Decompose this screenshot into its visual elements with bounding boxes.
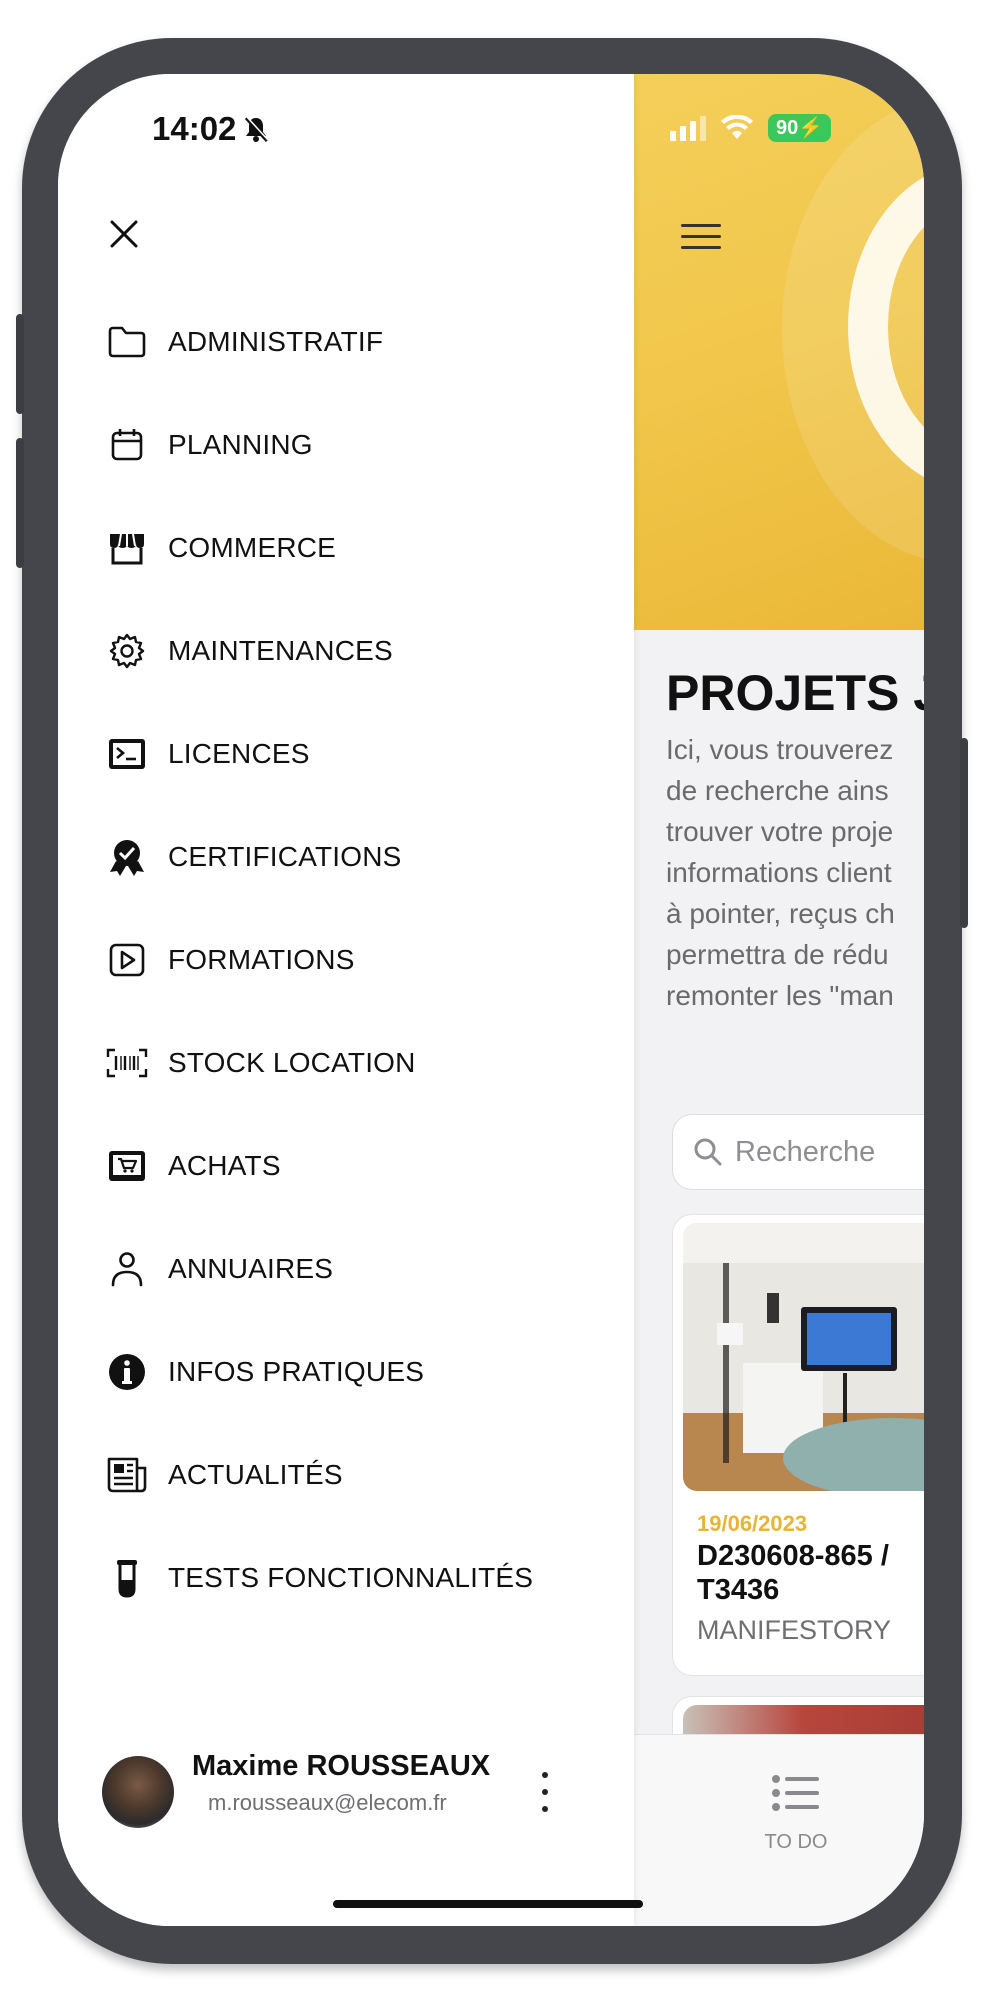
menu-item-actualites[interactable]: ACTUALITÉS — [104, 1445, 343, 1505]
description-line: Ici, vous trouverez — [666, 734, 894, 765]
menu-item-label: ADMINISTRATIF — [168, 326, 384, 357]
status-icons: 90⚡ — [670, 114, 832, 142]
menu-item-label: ACHATS — [168, 1150, 281, 1181]
screen: 90⚡ PROJETS J Ici, vous trouverez de rec… — [58, 74, 924, 1926]
close-icon[interactable] — [104, 214, 144, 254]
status-time: 14:02 — [152, 110, 270, 148]
calendar-icon — [104, 422, 150, 468]
volume-button — [16, 438, 24, 568]
cart-icon — [104, 1143, 150, 1189]
user-name: Maxime ROUSSEAUX — [192, 1750, 491, 1782]
search-placeholder: Recherche — [735, 1135, 876, 1168]
user-profile[interactable]: Maxime ROUSSEAUX m.rousseaux@elecom.fr — [102, 1750, 622, 1830]
side-drawer: 14:02 ADMINISTRATIF PLANNING COMMERCE MA… — [58, 74, 634, 1926]
menu-item-infos-pratiques[interactable]: INFOS PRATIQUES — [104, 1342, 424, 1402]
hamburger-menu-icon[interactable] — [681, 224, 721, 252]
home-indicator — [333, 1900, 643, 1908]
menu-item-achats[interactable]: ACHATS — [104, 1136, 281, 1196]
project-card[interactable]: 19/06/2023 D230608-865 / T3436 MANIFESTO… — [672, 1214, 924, 1676]
page-description: Ici, vous trouverez de recherche ains tr… — [666, 729, 924, 1016]
person-icon — [104, 1246, 150, 1292]
user-email: m.rousseaux@elecom.fr — [208, 1790, 447, 1815]
silent-switch — [16, 314, 24, 414]
newspaper-icon — [104, 1452, 150, 1498]
store-icon — [104, 525, 150, 571]
search-input[interactable]: Recherche — [672, 1114, 924, 1190]
tab-todo[interactable]: TO DO — [756, 1774, 836, 1854]
menu-item-formations[interactable]: FORMATIONS — [104, 930, 355, 990]
menu-item-label: MAINTENANCES — [168, 635, 393, 666]
menu-item-stock-location[interactable]: STOCK LOCATION — [104, 1033, 416, 1093]
menu-item-annuaires[interactable]: ANNUAIRES — [104, 1239, 333, 1299]
description-line: informations client — [666, 857, 892, 888]
menu-item-maintenances[interactable]: MAINTENANCES — [104, 621, 393, 681]
description-line: trouver votre proje — [666, 816, 894, 847]
menu-item-label: INFOS PRATIQUES — [168, 1356, 425, 1387]
play-icon — [104, 937, 150, 983]
menu-item-label: STOCK LOCATION — [168, 1047, 416, 1078]
list-icon — [772, 1775, 819, 1811]
menu-item-label: TESTS FONCTIONNALITÉS — [168, 1562, 534, 1593]
project-reference: D230608-865 / T3436 — [697, 1539, 924, 1607]
status-time-label: 14:02 — [152, 110, 237, 147]
menu-item-label: FORMATIONS — [168, 944, 355, 975]
project-reference-line: D230608-865 / — [697, 1540, 889, 1572]
project-photo — [683, 1223, 924, 1491]
menu-item-commerce[interactable]: COMMERCE — [104, 518, 336, 578]
description-line: permettra de rédu — [666, 939, 889, 970]
description-line: à pointer, reçus ch — [666, 898, 895, 929]
bell-muted-icon — [245, 116, 269, 143]
hero-banner — [632, 74, 924, 630]
menu-item-label: ANNUAIRES — [168, 1253, 334, 1284]
menu-item-label: COMMERCE — [168, 532, 337, 563]
project-reference-line: T3436 — [697, 1574, 780, 1606]
menu-item-tests-fonctionnalites[interactable]: TESTS FONCTIONNALITÉS — [104, 1548, 533, 1608]
description-line: remonter les "man — [666, 980, 894, 1011]
menu-item-administratif[interactable]: ADMINISTRATIF — [104, 312, 383, 372]
menu-item-label: CERTIFICATIONS — [168, 841, 402, 872]
folder-icon — [104, 319, 150, 365]
barcode-icon — [104, 1040, 150, 1086]
project-date: 19/06/2023 — [697, 1511, 808, 1536]
description-line: de recherche ains — [666, 775, 889, 806]
wifi-icon — [721, 115, 753, 139]
badge-icon — [104, 834, 150, 880]
test-tube-icon — [104, 1555, 150, 1601]
menu-item-label: ACTUALITÉS — [168, 1459, 343, 1490]
gear-icon — [104, 628, 150, 674]
page-title: PROJETS J — [666, 665, 924, 721]
more-options-icon[interactable] — [542, 1772, 552, 1812]
menu-item-label: LICENCES — [168, 738, 310, 769]
info-icon — [104, 1349, 150, 1395]
search-icon — [694, 1138, 722, 1166]
terminal-icon — [104, 731, 150, 777]
battery-icon: 90⚡ — [768, 114, 832, 142]
menu-item-certifications[interactable]: CERTIFICATIONS — [104, 827, 402, 887]
power-button — [960, 738, 968, 928]
menu-item-planning[interactable]: PLANNING — [104, 415, 313, 475]
signal-icon — [670, 115, 706, 141]
project-client: MANIFESTORY — [697, 1615, 892, 1645]
menu-item-label: PLANNING — [168, 429, 313, 460]
avatar — [102, 1756, 174, 1828]
tab-todo-label: TO DO — [764, 1831, 828, 1853]
menu-item-licences[interactable]: LICENCES — [104, 724, 310, 784]
